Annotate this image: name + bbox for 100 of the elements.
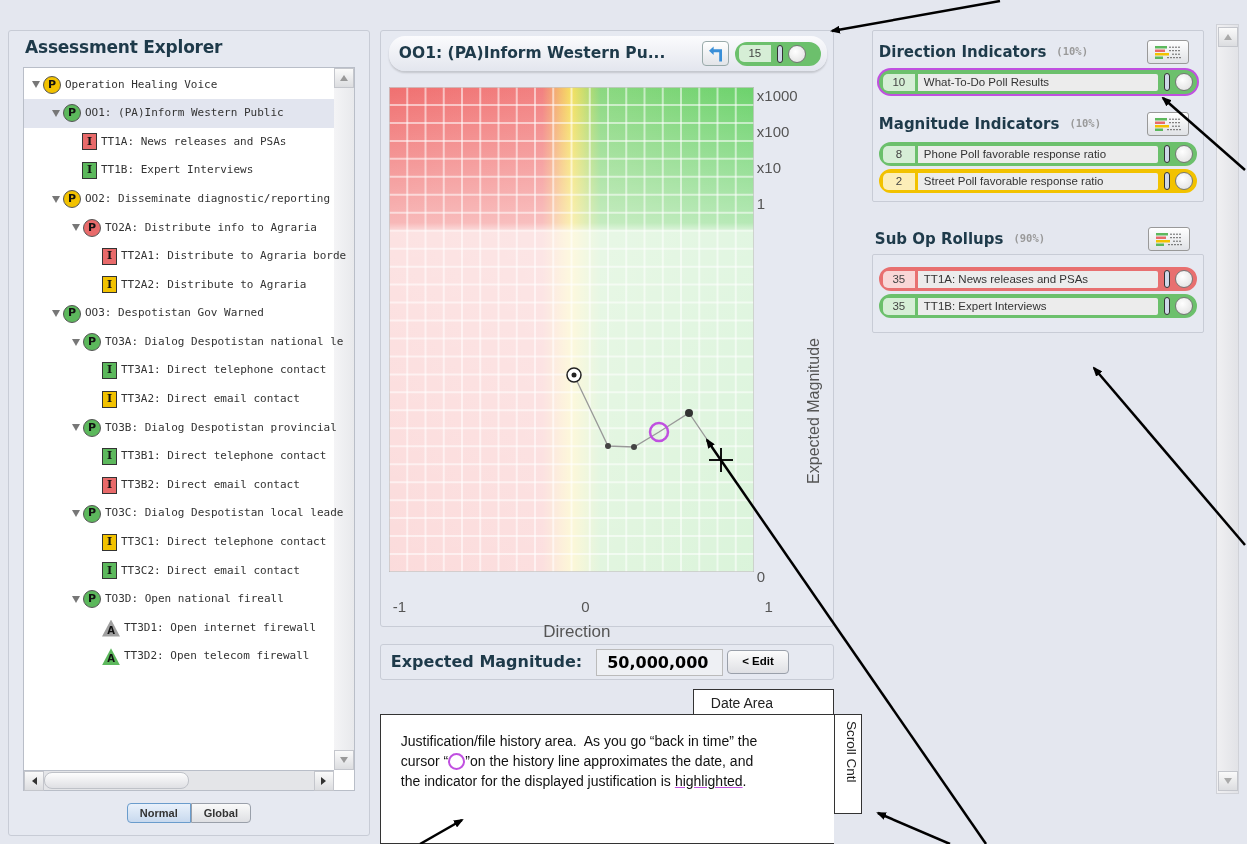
tree-item-label: TO3A: Dialog Despotistan national le bbox=[105, 333, 344, 350]
view-toggle-button[interactable]: Global bbox=[190, 802, 251, 823]
status-badge: P bbox=[63, 104, 81, 123]
tree-item[interactable]: P TO2A: Distribute info to Agraria bbox=[24, 213, 354, 243]
tree-item-label: TO3C: Dialog Despotistan local leade bbox=[105, 505, 344, 522]
view-toggle-button[interactable]: Normal bbox=[126, 802, 191, 823]
indicator-bar[interactable]: 10 What-To-Do Poll Results bbox=[878, 70, 1197, 94]
tree-item[interactable]: P OO1: (PA)Inform Western Public bbox=[24, 99, 334, 128]
slider-thumb[interactable] bbox=[776, 44, 783, 63]
section-title: Magnitude Indicators bbox=[878, 113, 1060, 135]
tree-item[interactable]: I TT3C2: Direct email contact bbox=[24, 556, 354, 586]
bar-chart-icon bbox=[1154, 45, 1181, 59]
tree-item[interactable]: P OO3: Despotistan Gov Warned bbox=[24, 299, 354, 328]
tree-item[interactable]: I TT3A2: Direct email contact bbox=[24, 385, 354, 414]
tree-item[interactable]: I TT1A: News releases and PSAs bbox=[24, 127, 354, 157]
scroll-up-button[interactable] bbox=[333, 67, 354, 88]
indicator-bar[interactable]: 2 Street Poll favorable response ratio bbox=[878, 169, 1197, 193]
axis-tick-label: x100 bbox=[756, 123, 791, 142]
toggle-knob[interactable] bbox=[787, 44, 806, 63]
tree-item-label: TT2A2: Distribute to Agraria bbox=[121, 276, 307, 293]
tree-item[interactable]: P TO3B: Dialog Despotistan provincial bbox=[24, 413, 354, 443]
tree-item[interactable]: P Operation Healing Voice bbox=[24, 70, 354, 100]
tree-item[interactable]: A TT3D2: Open telecom firewall bbox=[24, 642, 354, 671]
tree-item[interactable]: I TT3C1: Direct telephone contact bbox=[24, 528, 354, 557]
date-area-tab[interactable]: Date Area bbox=[692, 689, 834, 714]
chart-title: OO1: (PA)Inform Western Pu... bbox=[398, 42, 667, 64]
weight-label: (10%) bbox=[1056, 44, 1089, 60]
weight-label: (10%) bbox=[1069, 116, 1102, 132]
tree-item-label: TT3B2: Direct email contact bbox=[121, 476, 300, 493]
tree-item-label: OO2: Disseminate diagnostic/reporting bbox=[85, 190, 331, 207]
tree-item[interactable]: I TT2A1: Distribute to Agraria borde bbox=[24, 242, 354, 271]
indicator-bar[interactable]: 35 TT1B: Expert Interviews bbox=[878, 294, 1197, 318]
score-value: 35 bbox=[882, 297, 915, 315]
tree-item[interactable]: P TO3A: Dialog Despotistan national le bbox=[24, 327, 354, 357]
tree-item-label: TT1B: Expert Interviews bbox=[101, 162, 254, 179]
chart-settings-button[interactable] bbox=[1146, 112, 1189, 136]
left-arrow-icon bbox=[31, 776, 37, 785]
scroll-left-button[interactable] bbox=[24, 770, 44, 791]
axis-tick-label: x1000 bbox=[756, 87, 799, 106]
axis-tick-label: 0 bbox=[756, 568, 767, 587]
magnitude-field[interactable]: 50,000,000 bbox=[596, 648, 724, 676]
indicator-bar[interactable]: 8 Phone Poll favorable response ratio bbox=[878, 142, 1197, 166]
status-badge: I bbox=[102, 362, 117, 380]
tree-item[interactable]: A TT3D1: Open internet firewall bbox=[24, 613, 354, 643]
tree-item[interactable]: I TT1B: Expert Interviews bbox=[24, 156, 354, 185]
edit-button[interactable]: < Edit bbox=[727, 650, 789, 674]
tree-item-label: TT3A1: Direct telephone contact bbox=[121, 362, 327, 379]
indicator-bar[interactable]: 35 TT1A: News releases and PSAs bbox=[878, 267, 1197, 291]
panel-title: Assessment Explorer bbox=[25, 36, 224, 59]
slider-thumb[interactable] bbox=[1163, 270, 1170, 288]
slider-thumb[interactable] bbox=[1163, 73, 1170, 91]
tree-item[interactable]: I TT3B1: Direct telephone contact bbox=[24, 442, 354, 471]
status-badge: I bbox=[82, 162, 97, 180]
scroll-thumb[interactable] bbox=[44, 771, 189, 789]
status-badge: A bbox=[102, 619, 120, 637]
toggle-knob[interactable] bbox=[1174, 297, 1193, 315]
status-badge: I bbox=[102, 562, 117, 580]
axis-tick-label: 0 bbox=[581, 597, 590, 617]
justification-text: ”on the history line approximates the date, and bbox=[465, 752, 754, 771]
indicator-label: TT1B: Expert Interviews bbox=[917, 297, 1158, 315]
status-badge: I bbox=[82, 133, 97, 151]
axis-tick-label: 1 bbox=[756, 195, 767, 214]
tree-item-label: TT3D1: Open internet firewall bbox=[124, 619, 317, 636]
tree-item[interactable]: I TT3B2: Direct email contact bbox=[24, 470, 354, 500]
toggle-knob[interactable] bbox=[1174, 145, 1193, 163]
indicator-label: Phone Poll favorable response ratio bbox=[917, 145, 1158, 163]
tree-item-label: TT3A2: Direct email contact bbox=[121, 391, 300, 408]
tree-item[interactable]: I TT2A2: Distribute to Agraria bbox=[24, 270, 354, 300]
scroll-right-button[interactable] bbox=[313, 770, 334, 791]
field-label: Expected Magnitude: bbox=[390, 651, 583, 673]
toggle-knob[interactable] bbox=[1174, 270, 1193, 288]
indicator-bar[interactable]: 15 bbox=[734, 41, 821, 66]
tree-item-label: TO3B: Dialog Despotistan provincial bbox=[105, 419, 337, 436]
tree-item-label: TT1A: News releases and PSAs bbox=[101, 133, 287, 150]
axis-title: Expected Magnitude bbox=[803, 337, 823, 484]
axis-tick-label: -1 bbox=[392, 597, 407, 617]
tree-item[interactable]: P TO3D: Open national fireall bbox=[24, 585, 354, 614]
slider-thumb[interactable] bbox=[1163, 297, 1170, 315]
toggle-knob[interactable] bbox=[1174, 73, 1193, 91]
tree-item-label: OO3: Despotistan Gov Warned bbox=[85, 305, 264, 322]
score-value: 8 bbox=[882, 145, 915, 163]
status-badge: P bbox=[83, 590, 101, 609]
tree-item-label: TT3D2: Open telecom firewall bbox=[124, 648, 310, 665]
tree-item[interactable]: P OO2: Disseminate diagnostic/reporting bbox=[24, 184, 354, 214]
back-button[interactable] bbox=[701, 41, 729, 66]
slider-thumb[interactable] bbox=[1163, 172, 1170, 190]
status-badge: I bbox=[102, 247, 117, 265]
tree-item-label: TO3D: Open national fireall bbox=[105, 591, 284, 608]
scroll-control[interactable]: Scroll Cntl bbox=[833, 714, 862, 814]
toggle-knob[interactable] bbox=[1174, 172, 1193, 190]
status-badge: I bbox=[102, 448, 117, 465]
tree-item[interactable]: P TO3C: Dialog Despotistan local leade bbox=[24, 499, 354, 528]
ring-cursor-icon bbox=[448, 752, 466, 770]
slider-thumb[interactable] bbox=[1163, 145, 1170, 163]
tree-item[interactable]: I TT3A1: Direct telephone contact bbox=[24, 356, 354, 386]
score-value: 35 bbox=[882, 270, 915, 288]
tree-item-label: TT2A1: Distribute to Agraria borde bbox=[121, 248, 347, 265]
tree-item-label: TO2A: Distribute info to Agraria bbox=[105, 219, 317, 236]
status-badge: P bbox=[83, 218, 101, 237]
justification-text: the indicator for the displayed justification is bbox=[400, 772, 671, 791]
